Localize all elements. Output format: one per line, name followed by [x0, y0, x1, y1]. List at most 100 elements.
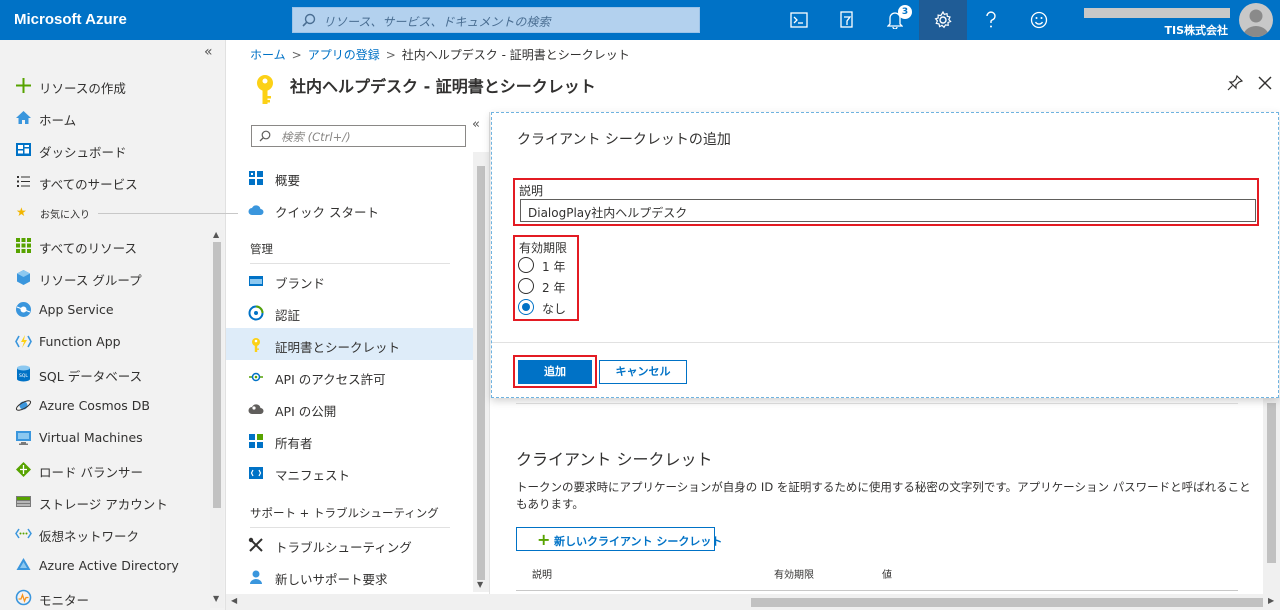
menu-item-label: マニフェスト — [275, 468, 351, 483]
help-icon — [986, 11, 996, 28]
menu-item-certificates-secrets[interactable]: 証明書とシークレット — [226, 328, 473, 360]
nav-label: SQL データベース — [39, 369, 143, 384]
nav-dashboard[interactable]: ダッシュボード — [0, 133, 210, 165]
virtual-network-icon — [15, 528, 32, 539]
radio-button-checked[interactable] — [518, 299, 534, 315]
user-name-redacted[interactable] — [1084, 8, 1230, 18]
scroll-right-arrow-icon[interactable]: ▶ — [1268, 596, 1274, 605]
menu-item-label: 証明書とシークレット — [275, 340, 401, 355]
menu-item-branding[interactable]: ブランド — [226, 264, 473, 296]
resource-menu-search-input[interactable]: 検索 (Ctrl+/) — [251, 125, 466, 147]
scroll-thumb[interactable] — [477, 166, 485, 580]
menu-item-new-support-request[interactable]: 新しいサポート要求 — [226, 560, 473, 592]
expiry-option-2-years[interactable]: 2 年 — [518, 278, 580, 296]
menu-item-label: ブランド — [275, 276, 326, 291]
avatar[interactable] — [1239, 3, 1273, 37]
left-nav-scrollbar[interactable]: ▲ ▼ — [210, 230, 224, 608]
scroll-thumb[interactable] — [213, 242, 221, 508]
nav-storage-account[interactable]: ストレージ アカウント — [0, 485, 210, 517]
expiry-label: 有効期限 — [519, 241, 568, 255]
nav-all-resources[interactable]: すべてのリソース — [0, 229, 210, 261]
menu-item-api-permissions[interactable]: API のアクセス許可 — [226, 360, 473, 392]
description-input[interactable]: DialogPlay社内ヘルプデスク — [520, 199, 1256, 222]
collapse-menu-button[interactable]: « — [472, 117, 480, 132]
close-icon[interactable] — [1256, 74, 1274, 92]
nav-sql-database[interactable]: SQL SQL データベース — [0, 357, 210, 389]
user-company[interactable]: TIS株式会社 — [1164, 22, 1228, 38]
section-header-manage: 管理 — [250, 242, 273, 256]
nav-cosmos-db[interactable]: Azure Cosmos DB — [0, 389, 210, 421]
wrench-icon — [248, 537, 263, 552]
cloud-shell-button[interactable] — [775, 0, 823, 40]
settings-button[interactable] — [919, 0, 967, 40]
scroll-thumb[interactable] — [751, 598, 1263, 607]
dashboard-icon — [16, 143, 31, 156]
scroll-up-arrow-icon[interactable]: ▲ — [213, 230, 219, 239]
add-button[interactable]: 追加 — [518, 360, 592, 384]
nav-function-app[interactable]: Function App — [0, 325, 210, 357]
menu-item-quickstart[interactable]: クイック スタート — [226, 193, 473, 225]
menu-item-label: トラブルシューティング — [275, 540, 412, 555]
overview-icon — [249, 171, 263, 185]
scroll-left-arrow-icon[interactable]: ◀ — [231, 596, 237, 605]
global-search-input[interactable]: リソース、サービス、ドキュメントの検索 — [292, 7, 700, 33]
resource-menu-scrollbar[interactable]: ▼ — [473, 152, 489, 592]
scroll-down-arrow-icon[interactable]: ▼ — [213, 594, 219, 603]
page-title: 社内ヘルプデスク - 証明書とシークレット — [290, 77, 596, 96]
cloud-shell-icon — [790, 12, 808, 28]
menu-item-authentication[interactable]: 認証 — [226, 296, 473, 328]
menu-item-expose-api[interactable]: API の公開 — [226, 392, 473, 424]
menu-item-overview[interactable]: 概要 — [226, 161, 473, 193]
brand-logo[interactable]: Microsoft Azure — [14, 11, 127, 28]
home-icon — [16, 111, 31, 124]
nav-load-balancer[interactable]: ロード バランサー — [0, 453, 210, 485]
radio-selected-dot — [522, 303, 530, 311]
nav-label: ロード バランサー — [39, 465, 143, 480]
nav-virtual-network[interactable]: 仮想ネットワーク — [0, 517, 210, 549]
breadcrumb-home[interactable]: ホーム — [250, 48, 286, 62]
expiry-option-1-year[interactable]: 1 年 — [518, 257, 580, 275]
help-button[interactable] — [967, 0, 1015, 40]
nav-monitor[interactable]: モニター — [0, 581, 210, 610]
section-header-support: サポート + トラブルシューティング — [250, 506, 439, 520]
menu-item-owners[interactable]: 所有者 — [226, 424, 473, 456]
pin-icon[interactable] — [1227, 75, 1243, 91]
scroll-down-arrow-icon[interactable]: ▼ — [477, 580, 483, 589]
nav-label: ホーム — [39, 113, 77, 128]
notification-badge: 3 — [898, 5, 912, 19]
nav-label: ストレージ アカウント — [39, 497, 168, 512]
nav-azure-active-directory[interactable]: Azure Active Directory — [0, 549, 210, 581]
divider — [98, 213, 238, 214]
resource-group-icon — [17, 270, 30, 285]
expiry-option-never[interactable]: なし — [518, 299, 580, 317]
plus-icon: + — [537, 530, 551, 549]
expiry-highlight: 有効期限 1 年 2 年 なし — [513, 235, 579, 321]
breadcrumb-app-registrations[interactable]: アプリの登録 — [308, 48, 380, 62]
nav-home[interactable]: ホーム — [0, 101, 210, 133]
cosmos-db-icon — [15, 400, 32, 411]
notifications-button[interactable]: 3 — [871, 0, 919, 40]
description-highlight: 説明 DialogPlay社内ヘルプデスク — [513, 178, 1259, 226]
add-client-secret-dialog: クライアント シークレットの追加 説明 DialogPlay社内ヘルプデスク 有… — [491, 112, 1279, 398]
nav-all-services[interactable]: すべてのサービス — [0, 165, 210, 197]
nav-virtual-machines[interactable]: Virtual Machines — [0, 421, 210, 453]
radio-button[interactable] — [518, 278, 534, 294]
directory-filter-button[interactable] — [823, 0, 871, 40]
nav-resource-groups[interactable]: リソース グループ — [0, 261, 210, 293]
menu-item-manifest[interactable]: マニフェスト — [226, 456, 473, 488]
menu-item-label: 所有者 — [275, 436, 313, 451]
radio-button[interactable] — [518, 257, 534, 273]
horizontal-scrollbar[interactable]: ◀ ▶ — [226, 594, 1280, 610]
main-scrollbar[interactable] — [1263, 397, 1280, 595]
feedback-button[interactable] — [1015, 0, 1063, 40]
cancel-button[interactable]: キャンセル — [599, 360, 687, 384]
nav-app-service[interactable]: App Service — [0, 293, 210, 325]
collapse-nav-button[interactable]: « — [204, 44, 213, 60]
radio-label: なし — [542, 302, 567, 316]
scroll-thumb[interactable] — [1267, 403, 1276, 563]
menu-item-label: 概要 — [275, 173, 301, 188]
new-client-secret-button[interactable]: + 新しいクライアント シークレット — [516, 527, 722, 551]
radio-label: 1 年 — [542, 260, 566, 274]
menu-item-troubleshooting[interactable]: トラブルシューティング — [226, 528, 473, 560]
nav-create-resource[interactable]: リソースの作成 — [0, 69, 210, 101]
